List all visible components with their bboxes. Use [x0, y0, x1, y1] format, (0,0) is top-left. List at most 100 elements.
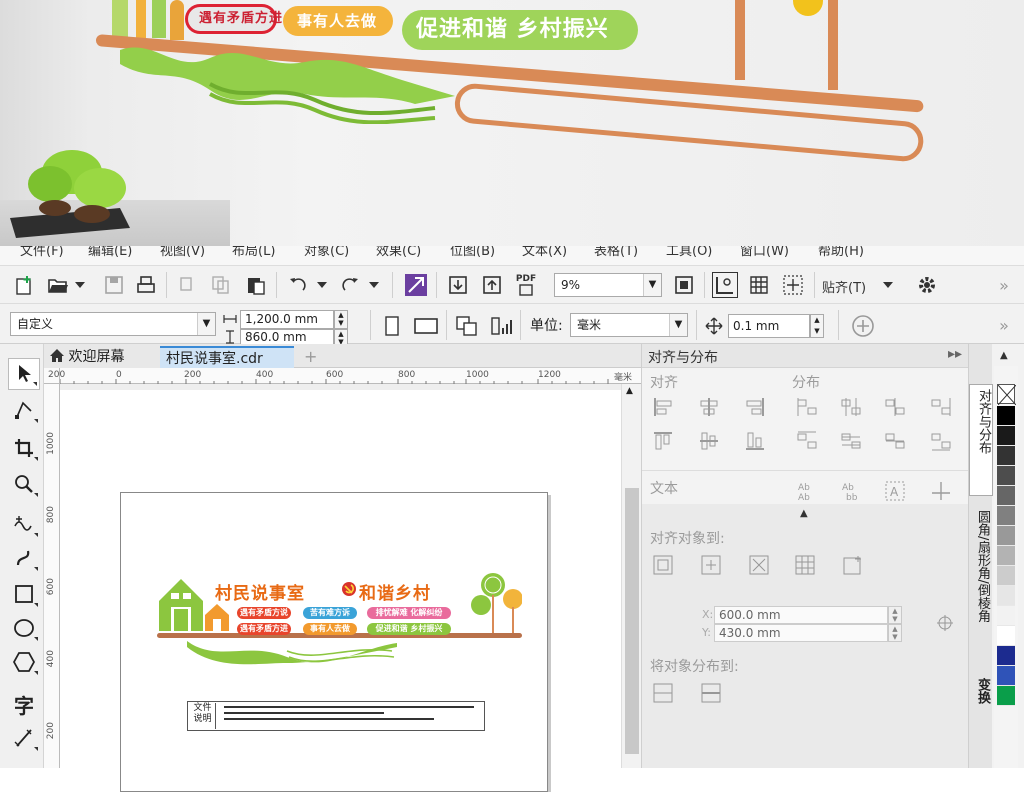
landscape-icon[interactable]	[412, 314, 440, 338]
align-to-page-edge-icon[interactable]	[700, 554, 722, 576]
color-swatch[interactable]	[997, 406, 1015, 426]
menu-effects[interactable]: 效果(C)	[376, 246, 421, 259]
distribute-left-icon[interactable]	[796, 396, 818, 418]
propertybar-overflow[interactable]: »	[994, 314, 1014, 336]
paste-icon[interactable]	[244, 273, 268, 297]
snap-dropdown-icon[interactable]	[882, 278, 894, 292]
nudge-distance-field[interactable]: 0.1 mm	[728, 314, 810, 338]
color-swatch[interactable]	[997, 486, 1015, 506]
tab-transform[interactable]: 变换	[969, 674, 993, 768]
horizontal-ruler[interactable]: 200 0 200 400 600 800 1000 1200 毫米	[48, 368, 641, 384]
nudge-spinner[interactable]: ▲ ▼	[810, 314, 824, 338]
show-guidelines-icon[interactable]	[780, 273, 806, 297]
cut-icon[interactable]	[176, 273, 198, 297]
distribute-bottom-icon[interactable]	[930, 430, 952, 452]
color-swatch[interactable]	[997, 586, 1015, 606]
x-spinner[interactable]: ▲ ▼	[888, 606, 902, 624]
align-horizontal-center-icon[interactable]	[698, 396, 720, 418]
chevron-down-icon[interactable]: ▼	[197, 313, 215, 335]
distribute-right-icon[interactable]	[930, 396, 952, 418]
show-rulers-icon[interactable]	[712, 272, 738, 298]
print-icon[interactable]	[134, 273, 158, 297]
tab-align-distribute[interactable]: 对齐与分布	[969, 384, 993, 496]
page-width-field[interactable]: 1,200.0 mm	[240, 310, 334, 329]
distribute-top-icon[interactable]	[796, 430, 818, 452]
ellipse-tool-icon[interactable]	[8, 612, 40, 644]
no-color-swatch[interactable]	[997, 384, 1017, 406]
drawing-canvas[interactable]: 村民说事室 和谐乡村 遇有矛盾方说 苦有难方诉 排忧解难 化解纠纷 遇有矛盾方进…	[60, 384, 621, 792]
menu-view[interactable]: 视图(V)	[160, 246, 205, 259]
align-to-active-object-icon[interactable]	[652, 554, 674, 576]
text-align-last-line-icon[interactable]: Abbb	[840, 480, 862, 502]
options-gear-icon[interactable]	[914, 273, 940, 297]
tab-document[interactable]: 村民说事室.cdr	[160, 346, 294, 368]
menu-window[interactable]: 窗口(W)	[740, 246, 789, 259]
text-bounding-box-icon[interactable]: A	[884, 480, 906, 502]
publish-pdf-icon[interactable]: PDF	[512, 272, 540, 298]
scrollbar-thumb[interactable]	[625, 488, 639, 754]
color-swatch[interactable]	[997, 466, 1015, 486]
corel-connect-icon[interactable]	[404, 273, 428, 297]
distribute-center-icon[interactable]	[840, 396, 862, 418]
color-swatch[interactable]	[997, 526, 1015, 546]
menu-layout[interactable]: 布局(L)	[232, 246, 275, 259]
parallel-dimension-tool-icon[interactable]	[8, 722, 40, 754]
import-icon[interactable]	[446, 273, 470, 297]
signboard-artwork[interactable]: 村民说事室 和谐乡村 遇有矛盾方说 苦有难方诉 排忧解难 化解纠纷 遇有矛盾方进…	[157, 571, 522, 671]
menu-tools[interactable]: 工具(O)	[666, 246, 712, 259]
undo-icon[interactable]	[286, 273, 310, 297]
y-spinner[interactable]: ▲ ▼	[888, 624, 902, 642]
freehand-tool-icon[interactable]	[8, 508, 40, 540]
menu-table[interactable]: 表格(T)	[594, 246, 638, 259]
color-swatch[interactable]	[997, 506, 1015, 526]
tab-fillet-scallop-chamfer[interactable]: 圆角/扇形角/倒棱角	[969, 506, 993, 666]
rectangle-tool-icon[interactable]	[8, 578, 40, 610]
align-bottom-icon[interactable]	[744, 430, 766, 452]
distribute-spacing-icon[interactable]	[884, 396, 906, 418]
menu-edit[interactable]: 编辑(E)	[88, 246, 132, 259]
shape-tool-icon[interactable]	[8, 394, 40, 426]
align-left-icon[interactable]	[652, 396, 674, 418]
tab-welcome-screen[interactable]: 欢迎屏幕	[44, 346, 160, 368]
color-swatch[interactable]	[997, 686, 1015, 706]
menu-help[interactable]: 帮助(H)	[818, 246, 864, 259]
distribute-to-selection-icon[interactable]	[652, 682, 674, 704]
copy-icon[interactable]	[210, 273, 232, 297]
zoom-tool-icon[interactable]	[8, 468, 40, 500]
color-swatch[interactable]	[997, 446, 1015, 466]
show-grid-icon[interactable]	[746, 273, 772, 297]
width-spinner[interactable]: ▲ ▼	[334, 310, 348, 329]
menu-object[interactable]: 对象(C)	[304, 246, 349, 259]
color-swatch[interactable]	[997, 606, 1015, 626]
menu-text[interactable]: 文本(X)	[522, 246, 567, 259]
all-pages-icon[interactable]	[454, 314, 480, 338]
x-coordinate-field[interactable]: 600.0 mm	[714, 606, 888, 624]
align-right-icon[interactable]	[744, 396, 766, 418]
collapse-arrow-icon[interactable]: ▲	[800, 508, 808, 519]
align-to-grid-icon[interactable]	[794, 554, 816, 576]
units-combo[interactable]: 毫米 ▼	[570, 313, 688, 337]
new-document-icon[interactable]	[12, 273, 36, 297]
export-icon[interactable]	[480, 273, 504, 297]
portrait-icon[interactable]	[380, 314, 404, 338]
polygon-tool-icon[interactable]	[8, 646, 40, 678]
text-baseline-icon[interactable]	[930, 480, 952, 502]
align-top-icon[interactable]	[652, 430, 674, 452]
align-vertical-center-icon[interactable]	[698, 430, 720, 452]
color-swatch[interactable]	[997, 566, 1015, 586]
color-swatch[interactable]	[997, 546, 1015, 566]
y-coordinate-field[interactable]: 430.0 mm	[714, 624, 888, 642]
chevron-down-icon[interactable]: ▼	[643, 274, 661, 296]
pick-tool-arrow-icon[interactable]	[8, 358, 40, 390]
current-page-icon[interactable]	[488, 314, 514, 338]
vertical-scrollbar[interactable]: ▲	[621, 384, 641, 768]
toolbar-overflow[interactable]: »	[994, 274, 1014, 296]
crop-tool-icon[interactable]	[8, 432, 40, 464]
save-icon[interactable]	[102, 273, 126, 297]
vertical-ruler[interactable]: 1000 800 600 400 200	[44, 384, 60, 768]
menu-file[interactable]: 文件(F)	[20, 246, 64, 259]
palette-scroll-up-icon[interactable]: ▲	[1000, 350, 1008, 361]
file-description-box[interactable]: 文件 说明	[187, 701, 485, 731]
chevron-down-icon[interactable]: ▼	[669, 314, 687, 336]
color-swatch[interactable]	[997, 646, 1015, 666]
